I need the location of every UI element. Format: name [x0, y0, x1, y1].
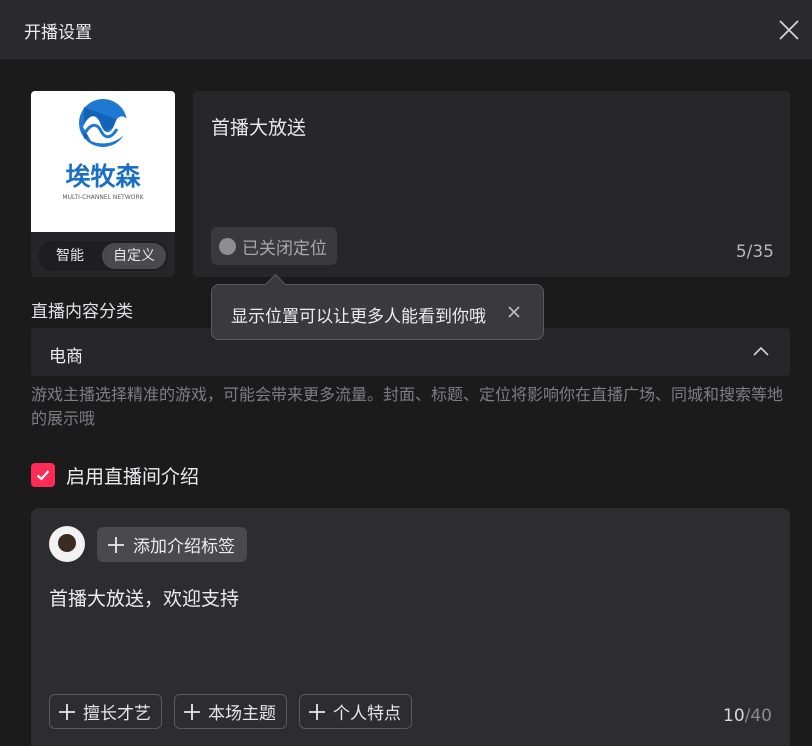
- live-title-input[interactable]: 首播大放送 已关闭定位 5/35: [193, 91, 790, 277]
- category-hint: 游戏主播选择精准的游戏，可能会带来更多流量。封面、标题、定位将影响你在直播广场、…: [31, 385, 784, 428]
- chevron-up-icon: [753, 346, 769, 356]
- intro-text-input[interactable]: 首播大放送，欢迎支持: [49, 584, 239, 611]
- checkbox-checked-icon[interactable]: [31, 463, 55, 487]
- avatar: [49, 526, 85, 562]
- chip-label: 本场主题: [208, 704, 276, 724]
- intro-count-max: /40: [744, 706, 772, 726]
- cover-panel: 埃牧森 MULTI-CHANNEL NETWORK 智能 自定义: [31, 91, 175, 277]
- intro-count-current: 10: [723, 706, 745, 726]
- chip-label: 擅长才艺: [83, 704, 151, 724]
- add-intro-tag-button[interactable]: 添加介绍标签: [97, 527, 247, 562]
- location-dot-icon: [219, 237, 236, 255]
- tooltip-close-icon[interactable]: [505, 303, 523, 321]
- close-icon[interactable]: [778, 19, 800, 41]
- cover-mode-switch: 智能 自定义: [38, 241, 168, 271]
- brand-logo-icon: 埃牧森 MULTI-CHANNEL NETWORK: [62, 99, 145, 201]
- plus-icon: [184, 703, 200, 720]
- plus-icon: [309, 703, 325, 720]
- tooltip-text: 显示位置可以让更多人能看到你哦: [231, 307, 486, 327]
- title-char-count: 5/35: [735, 242, 774, 262]
- plus-icon: [59, 703, 75, 720]
- add-intro-tag-label: 添加介绍标签: [133, 537, 235, 557]
- category-value: 电商: [49, 347, 83, 367]
- location-tooltip: 显示位置可以让更多人能看到你哦: [211, 284, 544, 340]
- chip-label: 个人特点: [333, 704, 401, 724]
- avatar-image: [58, 534, 76, 552]
- plus-icon: [108, 536, 124, 553]
- cover-mode-smart[interactable]: 智能: [38, 243, 102, 269]
- logo-subtitle: MULTI-CHANNEL NETWORK: [62, 194, 144, 201]
- chip-theme[interactable]: 本场主题: [174, 694, 287, 729]
- chip-talent[interactable]: 擅长才艺: [49, 694, 162, 729]
- live-title-text: 首播大放送: [211, 117, 307, 139]
- dialog-title: 开播设置: [24, 23, 92, 43]
- location-toggle-button[interactable]: 已关闭定位: [211, 227, 337, 265]
- chip-personal[interactable]: 个人特点: [299, 694, 412, 729]
- enable-intro-checkbox[interactable]: 启用直播间介绍: [31, 462, 199, 488]
- enable-intro-label: 启用直播间介绍: [66, 465, 200, 488]
- intro-panel: 添加介绍标签 首播大放送，欢迎支持 擅长才艺 本场主题 个人特点 10/40: [31, 508, 790, 746]
- intro-char-count: 10/40: [723, 706, 772, 726]
- cover-mode-custom[interactable]: 自定义: [102, 243, 166, 269]
- intro-suggestion-chips: 擅长才艺 本场主题 个人特点: [49, 694, 412, 729]
- cover-image[interactable]: 埃牧森 MULTI-CHANNEL NETWORK: [31, 91, 175, 232]
- category-label: 直播内容分类: [31, 302, 133, 322]
- logo-name: 埃牧森: [65, 162, 141, 191]
- location-label: 已关闭定位: [242, 238, 327, 259]
- title-bar: 开播设置: [0, 0, 812, 60]
